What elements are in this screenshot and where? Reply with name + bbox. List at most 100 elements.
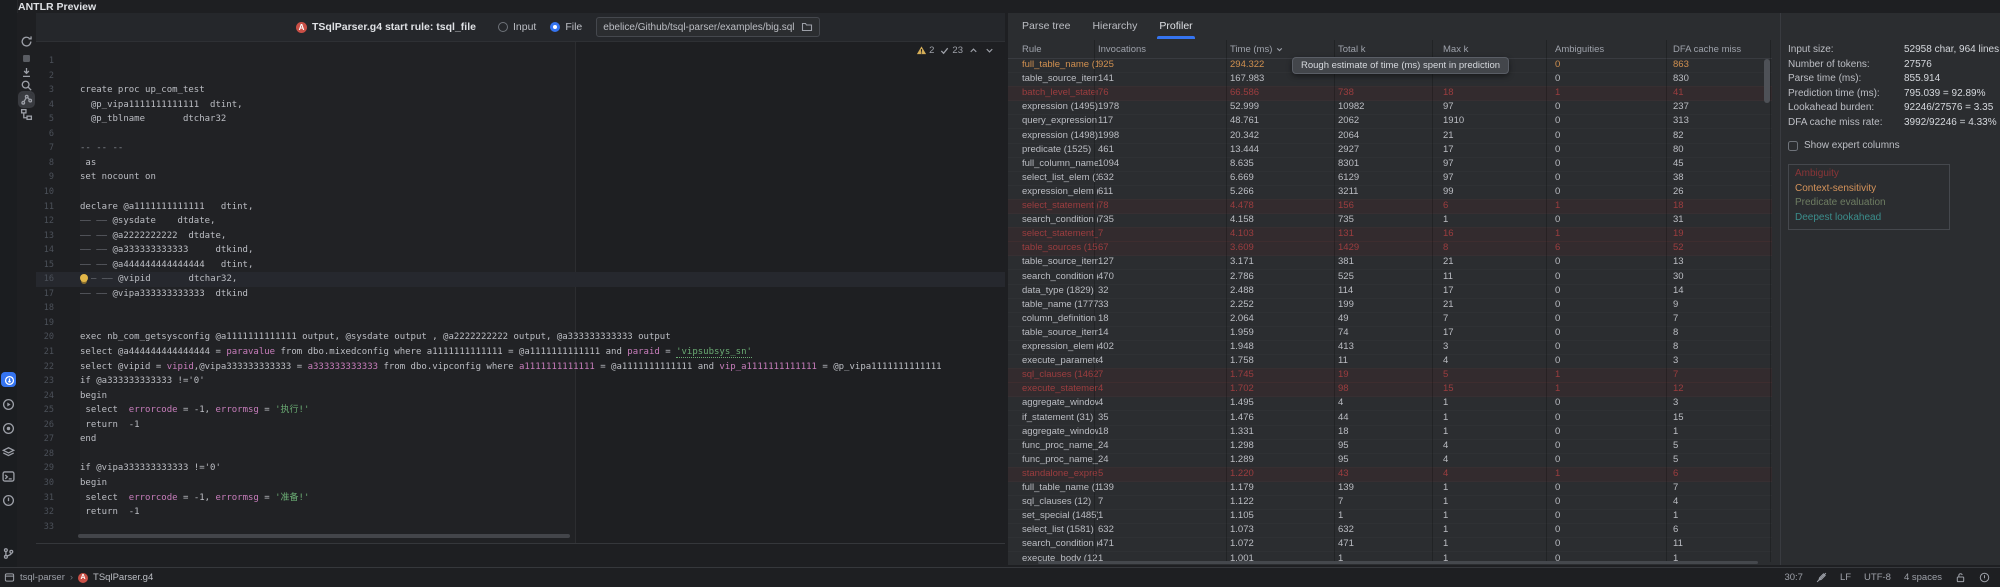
code-line-12[interactable]: 12—— —— @sysdate dtdate, [36, 214, 1005, 229]
code-line-23[interactable]: 23if @a333333333333 !='0' [36, 374, 1005, 389]
table-row[interactable]: full_table_name (1773)1391.179139107 [1008, 481, 1772, 496]
code-line-15[interactable]: 15—— —— @a444444444444444 dtint, [36, 258, 1005, 273]
show-expert-columns-row[interactable]: Show expert columns [1788, 140, 1900, 151]
code-line-1[interactable]: 1 [36, 54, 1005, 69]
code-line-2[interactable]: 2 [36, 69, 1005, 84]
table-row[interactable]: data_type (1829)322.48811417014 [1008, 284, 1772, 299]
table-row[interactable]: sql_clauses (1462)71.74519517 [1008, 368, 1772, 383]
table-horizontal-scrollbar[interactable] [1038, 561, 1758, 564]
code-line-26[interactable]: 26 return -1 [36, 418, 1005, 433]
code-line-25[interactable]: 25 select errorcode = -1, errormsg = '执行… [36, 403, 1005, 418]
table-row[interactable]: table_source_item (15...1273.17138121013 [1008, 255, 1772, 270]
code-line-33[interactable]: 33 [36, 520, 1005, 535]
table-row[interactable]: expression_elem (1589)4021.948413308 [1008, 340, 1772, 355]
code-line-6[interactable]: 6 [36, 127, 1005, 142]
breadcrumb-project[interactable]: tsql-parser [20, 572, 65, 583]
code-line-27[interactable]: 27end [36, 432, 1005, 447]
table-row[interactable]: batch_level_statemen...7666.58673818141 [1008, 86, 1772, 101]
column-header-max-k[interactable]: Max k [1443, 44, 1555, 55]
table-row[interactable]: expression (1498)199820.342206421082 [1008, 129, 1772, 144]
file-radio-label[interactable]: File [565, 21, 582, 33]
table-row[interactable]: column_definition (1421)182.06449707 [1008, 312, 1772, 327]
profiler-scatter-icon[interactable] [20, 93, 33, 106]
column-header-time-ms-[interactable]: Time (ms) [1230, 44, 1338, 55]
code-line-16[interactable]: 16– —— @vipid dtchar32, [36, 272, 1005, 287]
inspections-widget[interactable]: 2 23 [916, 45, 995, 56]
line-separator[interactable]: LF [1840, 572, 1851, 583]
code-line-10[interactable]: 10 [36, 185, 1005, 200]
table-row[interactable]: func_proc_name_data...241.29895405 [1008, 439, 1772, 454]
antlr-tool-window-icon[interactable] [1, 372, 16, 387]
table-row[interactable]: expression (1495)197852.99910982970237 [1008, 100, 1772, 115]
code-line-20[interactable]: 20exec nb_com_getsysconfig @a11111111111… [36, 330, 1005, 345]
table-row[interactable]: table_source_item (16...141167.9830830 [1008, 72, 1772, 87]
code-line-7[interactable]: 7-- -- -- [36, 141, 1005, 156]
input-radio-label[interactable]: Input [513, 21, 536, 33]
input-radio[interactable] [498, 22, 508, 32]
table-row[interactable]: search_condition (1516)4711.0724711011 [1008, 537, 1772, 552]
indent-setting[interactable]: 4 spaces [1904, 572, 1942, 583]
table-row[interactable]: table_name (1777)332.2521992109 [1008, 298, 1772, 313]
code-line-8[interactable]: 8 as [36, 156, 1005, 171]
table-row[interactable]: select_list (1581)6321.073632106 [1008, 523, 1772, 538]
table-row[interactable]: full_column_name (17...10948.63583019704… [1008, 157, 1772, 172]
table-row[interactable]: execute_parameter (1...41.75811403 [1008, 354, 1772, 369]
code-line-17[interactable]: 17—— —— @vipa333333333333 dtkind [36, 287, 1005, 302]
table-row[interactable]: predicate (1525)46113.444292717080 [1008, 143, 1772, 158]
editor-horizontal-scrollbar[interactable] [78, 534, 570, 538]
table-row[interactable]: select_statement (15...784.4781566118 [1008, 199, 1772, 214]
code-line-21[interactable]: 21select @a444444444444444 = paravalue f… [36, 345, 1005, 360]
tab-profiler[interactable]: Profiler [1159, 13, 1192, 39]
table-row[interactable]: func_proc_name_serv...241.28995405 [1008, 453, 1772, 468]
code-line-32[interactable]: 32 return -1 [36, 505, 1005, 520]
stop-icon[interactable] [20, 52, 33, 65]
folder-icon[interactable] [801, 21, 813, 33]
table-row[interactable]: table_sources (1515)673.60914298652 [1008, 241, 1772, 256]
table-vertical-scrollbar[interactable] [1764, 59, 1770, 103]
column-header-ambiguities[interactable]: Ambiguities [1555, 44, 1673, 55]
code-line-24[interactable]: 24begin [36, 389, 1005, 404]
code-line-30[interactable]: 30begin [36, 476, 1005, 491]
tab-hierarchy[interactable]: Hierarchy [1092, 13, 1137, 39]
column-header-total-k[interactable]: Total k [1338, 44, 1443, 55]
hierarchy-icon[interactable] [20, 108, 33, 121]
scroll-to-source-icon[interactable] [20, 66, 33, 79]
table-row[interactable]: sql_clauses (12)71.1227104 [1008, 495, 1772, 510]
expert-columns-checkbox[interactable] [1788, 141, 1798, 151]
terminal-icon[interactable] [2, 470, 15, 483]
code-line-31[interactable]: 31 select errorcode = -1, errormsg = '准备… [36, 491, 1005, 506]
services-icon[interactable] [2, 446, 15, 459]
table-row[interactable]: set_special (1485)11.1051101 [1008, 509, 1772, 524]
table-row[interactable]: select_statement_st...74.10313116119 [1008, 227, 1772, 242]
table-row[interactable]: aggregate_windowed...181.33118101 [1008, 425, 1772, 440]
problems-icon[interactable] [2, 494, 15, 507]
table-row[interactable]: if_statement (31)351.476441015 [1008, 411, 1772, 426]
table-row[interactable]: select_list_elem (1592)6326.669612997038 [1008, 171, 1772, 186]
refresh-icon[interactable] [20, 35, 33, 48]
code-line-9[interactable]: 9set nocount on [36, 170, 1005, 185]
code-line-14[interactable]: 14—— —— @a333333333333 dtkind, [36, 243, 1005, 258]
breadcrumb-file[interactable]: TSqlParser.g4 [93, 572, 153, 583]
code-line-29[interactable]: 29if @vipa333333333333 !='0' [36, 461, 1005, 476]
code-line-5[interactable]: 5 @p_tblname dtchar32 [36, 112, 1005, 127]
code-line-13[interactable]: 13—— —— @a2222222222 dtdate, [36, 229, 1005, 244]
table-row[interactable]: table_source_item (15...141.959741708 [1008, 326, 1772, 341]
profiler-table[interactable]: full_table_name (1775)925294.3220863tabl… [1008, 58, 1772, 562]
table-row[interactable]: query_expression (1527)11748.76120621910… [1008, 114, 1772, 129]
table-row[interactable]: aggregate_windowed...41.4954103 [1008, 396, 1772, 411]
code-line-4[interactable]: 4 @p_vipa1111111111111 dtint, [36, 98, 1005, 113]
table-row[interactable]: execute_statement (7...41.7029815112 [1008, 382, 1772, 397]
unlock-icon[interactable] [1955, 572, 1966, 583]
column-header-rule[interactable]: Rule [1022, 44, 1098, 55]
code-line-19[interactable]: 19 [36, 316, 1005, 331]
code-line-3[interactable]: 3create proc up_com_test [36, 83, 1005, 98]
version-control-icon[interactable] [2, 547, 15, 560]
file-path-field[interactable]: ebelice/Github/tsql-parser/examples/big.… [596, 17, 820, 37]
readonly-pen-icon[interactable] [1816, 572, 1827, 583]
column-header-dfa-cache-miss[interactable]: DFA cache miss [1673, 44, 1772, 55]
code-line-18[interactable]: 18 [36, 301, 1005, 316]
record-icon[interactable] [2, 422, 15, 435]
code-editor[interactable]: 123create proc up_com_test4 @p_vipa11111… [36, 42, 1005, 543]
chevron-down-icon[interactable] [984, 45, 995, 56]
code-line-11[interactable]: 11declare @a1111111111111 dtint, [36, 200, 1005, 215]
